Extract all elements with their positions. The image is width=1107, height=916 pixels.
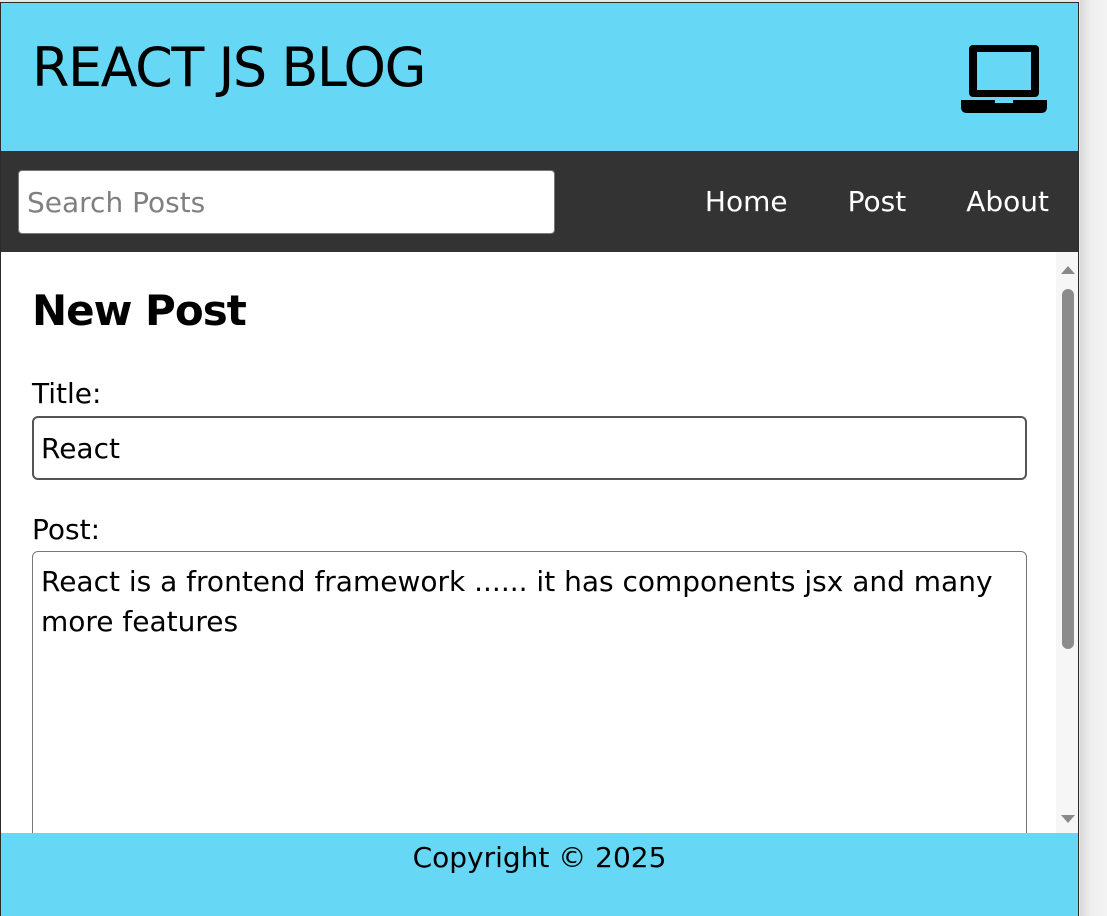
post-textarea[interactable] — [32, 551, 1027, 833]
search-input[interactable] — [18, 170, 555, 234]
nav-link-post[interactable]: Post — [848, 185, 907, 218]
nav-bar: Home Post About — [1, 151, 1078, 252]
site-header: REACT JS BLOG — [1, 3, 1078, 151]
site-title: REACT JS BLOG — [32, 36, 426, 99]
laptop-icon — [961, 45, 1047, 113]
title-input[interactable] — [32, 416, 1027, 480]
title-label: Title: — [32, 377, 102, 410]
site-footer: Copyright © 2025 — [1, 833, 1078, 916]
page-title: New Post — [32, 286, 247, 335]
main-scrollbar[interactable] — [1056, 252, 1078, 833]
scroll-thumb[interactable] — [1062, 289, 1074, 649]
post-label: Post: — [32, 513, 101, 546]
new-post-section: New Post Title: Post: — [1, 252, 1056, 833]
nav-link-home[interactable]: Home — [705, 185, 788, 218]
app-window: REACT JS BLOG Home Post About New Post T… — [0, 2, 1079, 916]
nav-links: Home Post About — [645, 151, 1049, 252]
nav-link-about[interactable]: About — [966, 185, 1049, 218]
scroll-up-arrow-icon[interactable] — [1061, 266, 1075, 274]
scroll-down-arrow-icon[interactable] — [1061, 815, 1075, 823]
window-shadow — [1080, 0, 1107, 916]
copyright-text: Copyright © 2025 — [412, 840, 667, 874]
